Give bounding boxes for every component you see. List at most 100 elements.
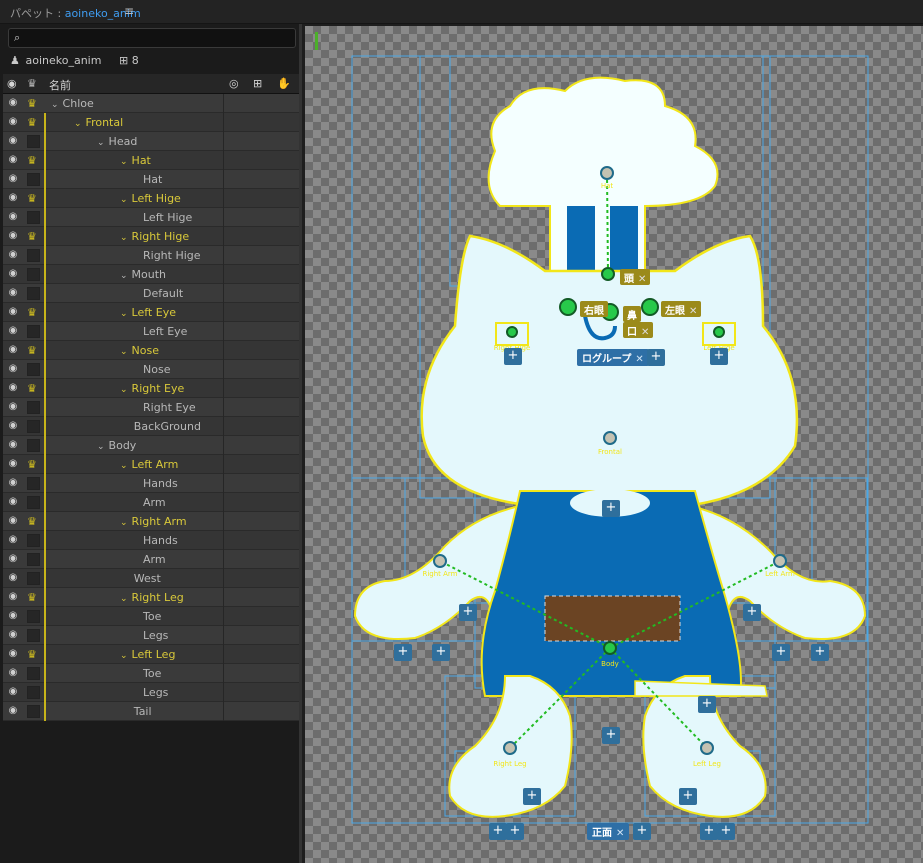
chevron-down-icon[interactable]: ⌄ [120,518,128,528]
add-tag-button[interactable]: + [432,644,450,661]
crown-column-icon[interactable]: ♛ [27,77,37,90]
visibility-eye-icon[interactable]: ◉ [6,306,20,318]
visibility-eye-icon[interactable]: ◉ [6,230,20,242]
layer-row[interactable]: ◉ ♛ ⌄ Left Arm [3,455,299,474]
layer-row[interactable]: ◉ ♛ ⌄ Left Leg [3,645,299,664]
layer-row[interactable]: ◉ Toe [3,607,299,626]
chevron-down-icon[interactable]: ⌄ [120,347,128,357]
add-tag-button[interactable]: + [743,604,761,621]
layer-name[interactable]: Nose [143,363,170,376]
crown-icon[interactable]: ♛ [27,382,40,395]
layer-row[interactable]: ◉ ♛ ⌄ Nose [3,341,299,360]
crown-icon[interactable]: ♛ [27,154,40,167]
nose-tag[interactable]: 鼻 [623,306,641,322]
add-tag-button[interactable]: + [504,348,522,365]
visibility-eye-icon[interactable]: ◉ [6,439,20,451]
scene-canvas[interactable]: Hat Frontal Right Arm Left Arm Body Righ… [305,26,923,863]
search-field[interactable]: ⌕ [8,28,296,48]
chevron-down-icon[interactable]: ⌄ [97,442,105,452]
visibility-eye-icon[interactable]: ◉ [6,686,20,698]
crown-toggle-box[interactable] [27,325,40,338]
crown-toggle-box[interactable] [27,610,40,623]
visibility-eye-icon[interactable]: ◉ [6,211,20,223]
crown-toggle-box[interactable] [27,629,40,642]
crown-toggle-box[interactable] [27,211,40,224]
tag-column-icon[interactable]: ⊞ [253,77,262,90]
add-tag-button[interactable]: + [679,788,697,805]
visibility-eye-icon[interactable]: ◉ [6,458,20,470]
layer-row[interactable]: ◉ Right Eye [3,398,299,417]
visibility-eye-icon[interactable]: ◉ [6,534,20,546]
visibility-eye-icon[interactable]: ◉ [6,515,20,527]
layer-name[interactable]: Default [143,287,183,300]
visibility-eye-icon[interactable]: ◉ [6,173,20,185]
crown-toggle-box[interactable] [27,420,40,433]
chevron-down-icon[interactable]: ⌄ [120,309,128,319]
mouth-tag[interactable]: 口 ✕ [623,322,654,338]
layer-row[interactable]: ◉ Legs [3,683,299,702]
panel-menu-icon[interactable]: ≡ [124,4,134,18]
chevron-down-icon[interactable]: ⌄ [74,119,82,129]
crown-toggle-box[interactable] [27,572,40,585]
layer-name[interactable]: Right Eye [143,401,196,414]
add-tag-button[interactable]: + [523,788,541,805]
visibility-eye-icon[interactable]: ◉ [6,496,20,508]
front-tag[interactable]: 正面 ✕ [587,823,630,840]
layer-row[interactable]: ◉ ⌄ Body [3,436,299,455]
chevron-down-icon[interactable]: ⌄ [97,138,105,148]
crown-toggle-box[interactable] [27,686,40,699]
layer-row[interactable]: ◉ Default [3,284,299,303]
layer-name[interactable]: ⌄ Frontal [74,116,123,129]
crown-icon[interactable]: ♛ [27,306,40,319]
visibility-eye-icon[interactable]: ◉ [6,325,20,337]
visibility-eye-icon[interactable]: ◉ [6,572,20,584]
layer-name[interactable]: ⌄ Left Arm [120,458,178,471]
layer-row[interactable]: ◉ ♛ ⌄ Right Arm [3,512,299,531]
chevron-down-icon[interactable]: ⌄ [120,157,128,167]
add-tag-button[interactable]: + [700,823,718,840]
visibility-eye-icon[interactable]: ◉ [6,135,20,147]
layer-name[interactable]: ⌄ Left Hige [120,192,181,205]
visibility-eye-icon[interactable]: ◉ [6,420,20,432]
add-tag-button[interactable]: + [506,823,524,840]
visibility-eye-icon[interactable]: ◉ [6,192,20,204]
layer-name[interactable]: Tail [134,705,152,718]
add-tag-button[interactable]: + [710,348,728,365]
layer-row[interactable]: ◉ Legs [3,626,299,645]
layer-row[interactable]: ◉ ♛ ⌄ Right Leg [3,588,299,607]
layer-name[interactable]: Toe [143,667,161,680]
crown-toggle-box[interactable] [27,496,40,509]
add-tag-button[interactable]: + [602,727,620,744]
layer-name[interactable]: ⌄ Body [97,439,136,452]
add-tag-button[interactable]: + [698,696,716,713]
drag-column-icon[interactable]: ✋ [277,77,291,90]
crown-icon[interactable]: ♛ [27,97,40,110]
add-tag-button[interactable]: + [602,500,620,517]
layer-row[interactable]: ◉ ♛ ⌄ Right Eye [3,379,299,398]
visibility-eye-icon[interactable]: ◉ [6,97,20,109]
visibility-eye-icon[interactable]: ◉ [6,477,20,489]
visibility-eye-icon[interactable]: ◉ [6,344,20,356]
add-tag-button[interactable]: + [717,823,735,840]
crown-toggle-box[interactable] [27,135,40,148]
head-tag[interactable]: 頭 ✕ [620,269,651,285]
crown-icon[interactable]: ♛ [27,230,40,243]
crown-toggle-box[interactable] [27,287,40,300]
name-column-header[interactable]: 名前 [49,77,71,93]
add-tag-button[interactable]: + [394,644,412,661]
layer-name[interactable]: ⌄ Head [97,135,137,148]
layer-row[interactable]: ◉ Hat [3,170,299,189]
chevron-down-icon[interactable]: ⌄ [51,100,59,110]
chevron-down-icon[interactable]: ⌄ [120,385,128,395]
chevron-down-icon[interactable]: ⌄ [120,195,128,205]
mouth-group-tag[interactable]: ログループ ✕ [577,349,649,366]
chevron-down-icon[interactable]: ⌄ [120,651,128,661]
layer-name[interactable]: ⌄ Nose [120,344,159,357]
crown-toggle-box[interactable] [27,553,40,566]
chevron-down-icon[interactable]: ⌄ [120,594,128,604]
right-eye-tag[interactable]: 右眼 [580,301,608,317]
visibility-eye-icon[interactable]: ◉ [6,116,20,128]
layer-name[interactable]: ⌄ Mouth [120,268,166,281]
crown-toggle-box[interactable] [27,534,40,547]
visibility-eye-icon[interactable]: ◉ [6,705,20,717]
